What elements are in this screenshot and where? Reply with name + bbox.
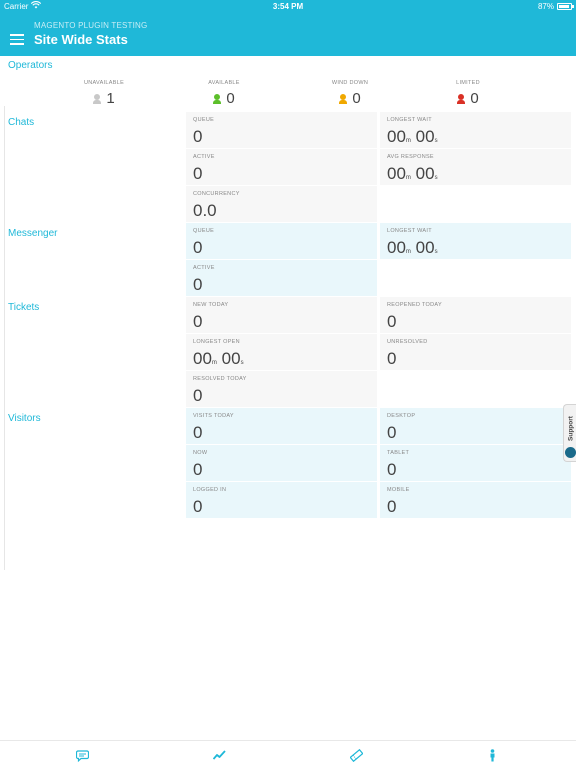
chats-longest-wait-stat: LONGEST WAIT 00m 00s [380,112,571,148]
support-avatar-icon [565,447,576,458]
stat-value: 0 [193,238,203,257]
operator-status-label: LIMITED [456,80,480,86]
chats-avg-response-stat: AVG RESPONSE 00m 00s [380,149,571,185]
operator-unavailable: UNAVAILABLE 1 [44,80,164,107]
section-messenger-label: Messenger [8,228,58,239]
page-title: Site Wide Stats [34,32,128,47]
stat-value: 00m 00s [387,164,438,183]
stat-label: CONCURRENCY [193,191,240,197]
stat-value: 0 [387,349,397,368]
side-divider [4,106,5,570]
section-tickets-label: Tickets [8,302,40,313]
operator-status-label: AVAILABLE [208,80,240,86]
ticket-icon[interactable] [350,749,363,762]
stat-value: 0 [193,386,203,405]
stat-value: 0 [193,164,203,183]
support-tab-label: Support [567,416,575,441]
person-icon [339,93,348,104]
operator-limited: LIMITED 0 [408,80,528,107]
app-header: Carrier 3:54 PM 87% MAGENTO PLUGIN TESTI… [0,0,576,56]
stat-label: REOPENED TODAY [387,302,442,308]
person-icon [93,93,102,104]
messenger-queue-stat: QUEUE 0 [186,223,377,259]
battery-icon [557,3,574,10]
chats-active-stat: ACTIVE 0 [186,149,377,185]
tickets-unresolved-stat: UNRESOLVED 0 [380,334,571,370]
stat-label: DESKTOP [387,413,416,419]
messenger-longest-wait-stat: LONGEST WAIT 00m 00s [380,223,571,259]
stat-label: ACTIVE [193,154,215,160]
stat-label: QUEUE [193,117,215,123]
stat-value: 0 [387,460,397,479]
stat-value: 00m 00s [387,127,438,146]
operator-count: 0 [470,90,479,107]
stat-value: 0 [387,312,397,331]
stat-value: 00m 00s [387,238,438,257]
bottom-tab-bar [0,740,576,768]
chats-concurrency-stat: CONCURRENCY 0.0 [186,186,377,222]
stat-label: MOBILE [387,487,410,493]
activity-icon[interactable] [213,749,226,762]
account-subtitle: MAGENTO PLUGIN TESTING [34,21,148,30]
clock: 3:54 PM [272,2,304,11]
stats-content: Operators UNAVAILABLE 1 AVAILABLE 0 WIND… [0,56,576,740]
stat-label: TABLET [387,450,410,456]
stat-value: 0 [193,127,203,146]
operator-count: 1 [106,90,115,107]
person-icon [213,93,222,104]
messenger-active-stat: ACTIVE 0 [186,260,377,296]
stat-label: NOW [193,450,208,456]
stat-label: LONGEST WAIT [387,117,432,123]
hamburger-menu-icon[interactable] [10,34,24,45]
section-operators-label: Operators [8,60,53,71]
stat-value: 00m 00s [193,349,244,368]
chat-bubble-icon[interactable] [76,749,89,762]
stat-label: LONGEST WAIT [387,228,432,234]
stat-label: VISITS TODAY [193,413,234,419]
stat-label: NEW TODAY [193,302,229,308]
tickets-reopened-today-stat: REOPENED TODAY 0 [380,297,571,333]
operator-available: AVAILABLE 0 [164,80,284,107]
visitors-tablet-stat: TABLET 0 [380,445,571,481]
section-visitors-label: Visitors [8,413,41,424]
stat-value: 0 [387,423,397,442]
stat-value: 0 [193,460,203,479]
operator-count: 0 [352,90,361,107]
operator-count: 0 [226,90,235,107]
stat-label: LOGGED IN [193,487,227,493]
visitors-logged-in-stat: LOGGED IN 0 [186,482,377,518]
stat-value: 0 [193,275,203,294]
person-icon [457,93,466,104]
visitor-icon[interactable] [486,749,499,762]
stat-label: AVG RESPONSE [387,154,434,160]
battery-percent: 87% [537,2,554,11]
stat-value: 0 [387,497,397,516]
tickets-resolved-today-stat: RESOLVED TODAY 0 [186,371,377,407]
section-chats-label: Chats [8,117,35,128]
stat-label: RESOLVED TODAY [193,376,247,382]
stat-value: 0 [193,497,203,516]
visitors-visits-today-stat: VISITS TODAY 0 [186,408,377,444]
visitors-desktop-stat: DESKTOP 0 [380,408,571,444]
stat-label: QUEUE [193,228,215,234]
tickets-new-today-stat: NEW TODAY 0 [186,297,377,333]
visitors-mobile-stat: MOBILE 0 [380,482,571,518]
operator-status-label: WIND DOWN [331,80,369,86]
stat-value: 0 [193,312,203,331]
tickets-longest-open-stat: LONGEST OPEN 00m 00s [186,334,377,370]
stat-label: ACTIVE [193,265,215,271]
chats-queue-stat: QUEUE 0 [186,112,377,148]
operator-status-label: UNAVAILABLE [83,80,125,86]
status-bar: Carrier 3:54 PM 87% [0,0,576,14]
support-tab[interactable]: Support [563,404,576,462]
stat-label: UNRESOLVED [387,339,428,345]
stat-value: 0.0 [193,201,217,220]
operator-wind-down: WIND DOWN 0 [290,80,410,107]
stat-value: 0 [193,423,203,442]
stat-label: LONGEST OPEN [193,339,240,345]
visitors-now-stat: NOW 0 [186,445,377,481]
